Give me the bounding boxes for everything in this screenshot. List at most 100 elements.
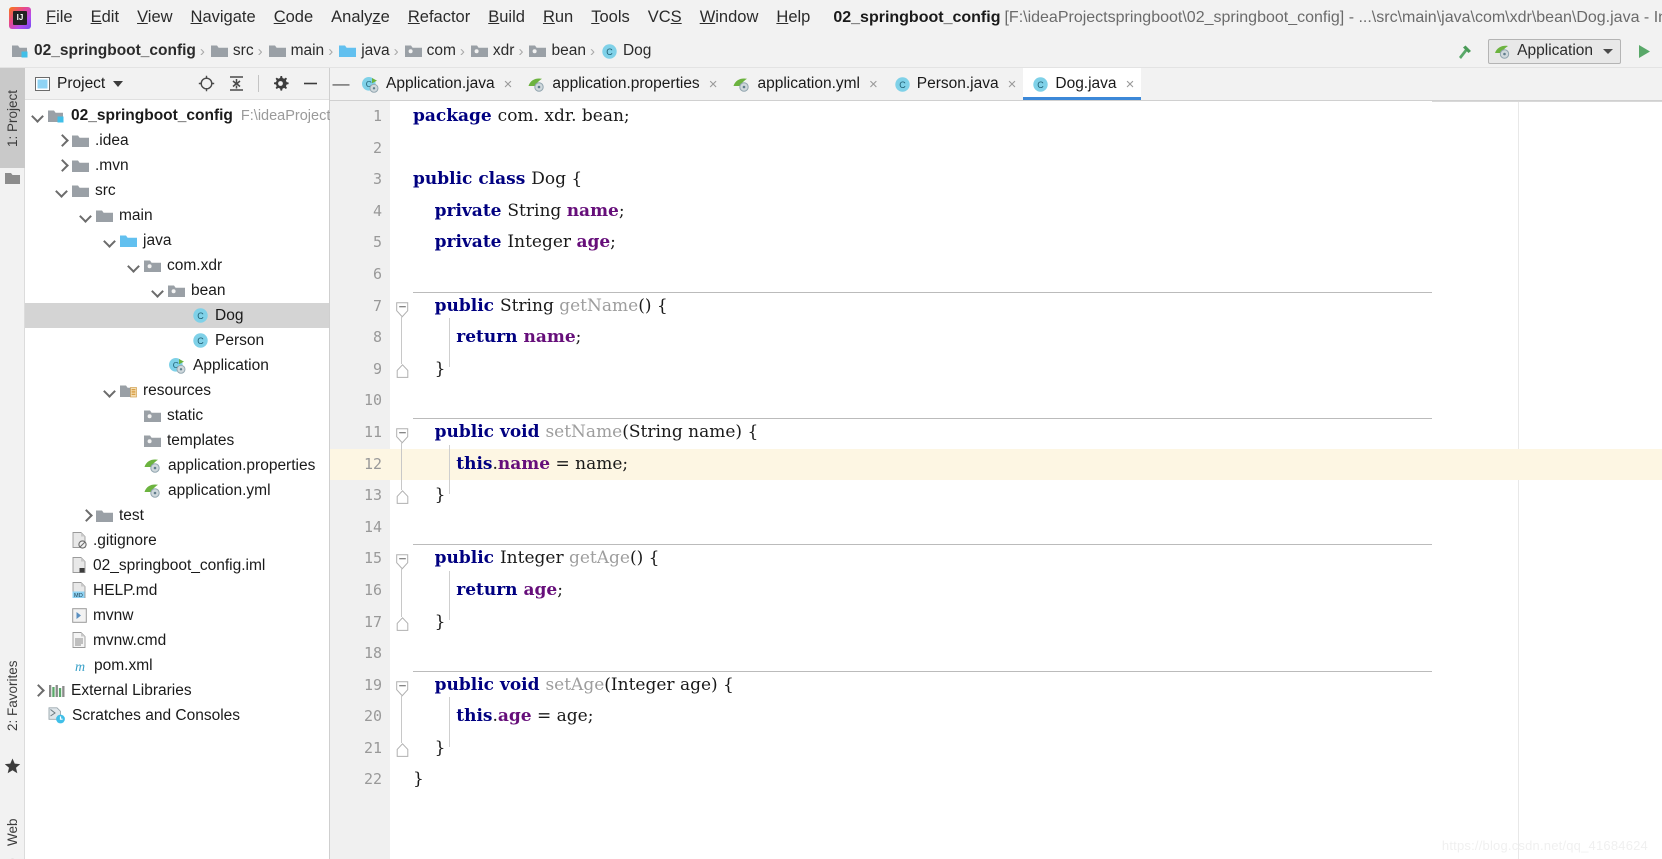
line-number[interactable]: 9 [330,354,382,386]
line-number[interactable]: 11 [330,417,382,449]
editor-tab-application-java[interactable]: C Application.java × [352,68,519,100]
code-line[interactable]: 17 } [330,607,1662,639]
code-line[interactable]: 12 this.name = name; [330,448,1662,481]
line-number[interactable]: 4 [330,196,382,228]
code-line[interactable]: 5 private Integer age; [330,227,1662,259]
tree-node-main[interactable]: main [25,203,329,228]
chevron-down-icon[interactable] [153,285,164,296]
tree-node-templates[interactable]: templates [25,428,329,453]
tree-node-scratches-and-consoles[interactable]: Scratches and Consoles [25,703,329,728]
code-line[interactable]: 2 [330,133,1662,165]
chevron-right-icon[interactable] [81,510,92,521]
chevron-right-icon[interactable] [33,685,44,696]
code-line[interactable]: 4 private String name; [330,196,1662,228]
code-line[interactable]: 13 } [330,480,1662,512]
fold-collapse-icon[interactable] [396,301,409,318]
run-configuration-selector[interactable]: Application [1488,38,1621,64]
editor-tab-person-java[interactable]: C Person.java × [885,68,1024,100]
tree-node-dog[interactable]: C Dog [25,303,329,328]
line-number[interactable]: 10 [330,385,382,417]
breadcrumb-item-xdr[interactable]: xdr [467,35,517,68]
chevron-right-icon[interactable] [57,160,68,171]
tool-button-project[interactable]: 1: Project [0,68,25,168]
breadcrumb-item-dog[interactable]: C Dog [597,35,653,68]
menu-item-window[interactable]: Window [691,0,768,35]
menu-item-edit[interactable]: Edit [82,0,128,35]
menu-item-analyze[interactable]: Analyze [322,0,399,35]
menu-item-vcs[interactable]: VCS [639,0,691,35]
chevron-down-icon[interactable] [105,385,116,396]
tree-node--idea[interactable]: .idea [25,128,329,153]
fold-end-icon[interactable] [396,616,409,631]
code-line[interactable]: 15 public Integer getAge() { [330,543,1662,575]
line-number[interactable]: 18 [330,638,382,670]
chevron-down-icon[interactable] [57,185,68,196]
tabs-collapse-icon[interactable]: — [330,68,352,100]
tree-node-mvnw[interactable]: mvnw [25,603,329,628]
code-line[interactable]: 19 public void setAge(Integer age) { [330,670,1662,702]
line-number[interactable]: 1 [330,101,382,133]
menu-item-file[interactable]: File [37,0,82,35]
code-line[interactable]: 18 [330,638,1662,670]
code-line[interactable]: 1 package com. xdr. bean; [330,101,1662,133]
locate-icon[interactable] [198,75,215,92]
breadcrumb-item-src[interactable]: src [207,35,256,68]
fold-end-icon[interactable] [396,743,409,757]
tree-node-resources[interactable]: resources [25,378,329,403]
chevron-down-icon[interactable] [81,210,92,221]
breadcrumb-item-com[interactable]: com [401,35,458,68]
tree-node--gitignore[interactable]: .gitignore [25,528,329,553]
tree-node-person[interactable]: C Person [25,328,329,353]
close-icon[interactable]: × [869,76,878,93]
line-number[interactable]: 12 [330,448,382,481]
tree-node-com-xdr[interactable]: com.xdr [25,253,329,278]
settings-gear-icon[interactable] [272,75,289,92]
code-editor[interactable]: 1 package com. xdr. bean; 2 3 public class D… [330,101,1662,859]
tree-node-02-springboot-config[interactable]: 02_springboot_config F:\ideaProject [25,103,330,128]
code-line[interactable]: 11 public void setName(String name) { [330,417,1662,449]
close-icon[interactable]: × [1008,76,1017,93]
menu-item-refactor[interactable]: Refactor [399,0,479,35]
breadcrumb-item-bean[interactable]: bean [525,35,587,68]
code-line[interactable]: 7 public String getName() { [330,291,1662,323]
chevron-down-icon[interactable] [113,80,124,87]
line-number[interactable]: 5 [330,227,382,259]
tree-node-pom-xml[interactable]: m pom.xml [25,653,329,678]
fold-collapse-icon[interactable] [396,428,409,444]
line-number[interactable]: 21 [330,733,382,765]
code-line[interactable]: 20 this.age = age; [330,701,1662,733]
line-number[interactable]: 16 [330,575,382,607]
hide-window-icon[interactable] [302,75,319,92]
line-number[interactable]: 7 [330,291,382,323]
fold-collapse-icon[interactable] [396,680,409,697]
chevron-right-icon[interactable] [57,135,68,146]
menu-item-build[interactable]: Build [479,0,534,35]
tree-node--mvn[interactable]: .mvn [25,153,329,178]
code-line[interactable]: 8 return name; [330,322,1662,354]
close-icon[interactable]: × [504,76,513,93]
tree-node-application-yml[interactable]: application.yml [25,478,329,503]
tree-node-java[interactable]: java [25,228,329,253]
code-line[interactable]: 22} [330,764,1662,796]
line-number[interactable]: 17 [330,607,382,639]
tree-node-mvnw-cmd[interactable]: mvnw.cmd [25,628,329,653]
code-line[interactable]: 21 } [330,733,1662,765]
breadcrumb-item-02-springboot-config[interactable]: 02_springboot_config [8,35,198,68]
tree-node-test[interactable]: test [25,503,329,528]
tree-node-external-libraries[interactable]: External Libraries [25,678,329,703]
code-line[interactable]: 3 public class Dog { [330,164,1662,196]
menu-item-code[interactable]: Code [265,0,322,35]
line-number[interactable]: 19 [330,670,382,702]
line-number[interactable]: 14 [330,512,382,544]
line-number[interactable]: 8 [330,322,382,354]
chevron-down-icon[interactable] [33,110,44,121]
code-line[interactable]: 14 [330,512,1662,544]
chevron-down-icon[interactable] [129,260,140,271]
tree-node-application[interactable]: C Application [25,353,329,378]
tool-button-web[interactable]: Web [0,808,25,856]
line-number[interactable]: 3 [330,164,382,196]
build-hammer-icon[interactable] [1449,42,1480,61]
line-number[interactable]: 13 [330,480,382,512]
editor-tab-application-properties[interactable]: application.properties × [519,68,724,100]
tree-node-help-md[interactable]: MD HELP.md [25,578,329,603]
